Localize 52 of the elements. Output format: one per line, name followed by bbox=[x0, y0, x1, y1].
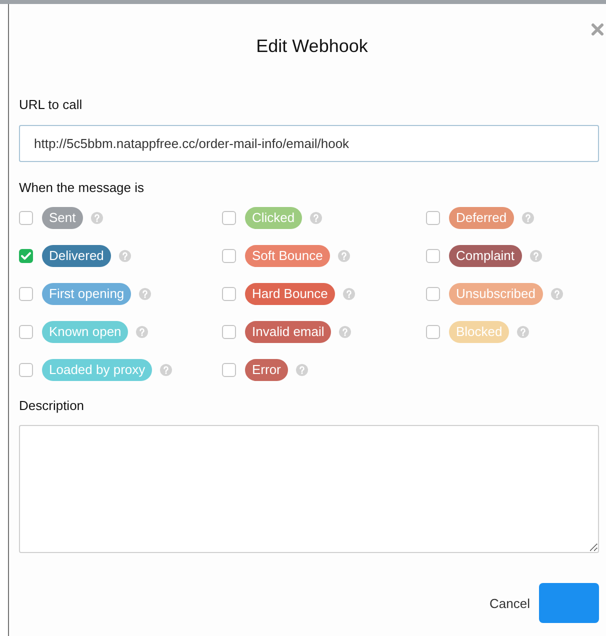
help-icon[interactable] bbox=[296, 364, 308, 376]
event-tag: First opening bbox=[42, 283, 132, 305]
url-label: URL to call bbox=[19, 97, 82, 113]
close-icon[interactable] bbox=[591, 23, 604, 36]
event-tag: Complaint bbox=[449, 245, 522, 267]
help-icon[interactable] bbox=[550, 288, 562, 300]
event-tag: Delivered bbox=[42, 245, 111, 267]
checkbox[interactable] bbox=[222, 363, 236, 377]
event-tag: Invalid email bbox=[245, 321, 332, 343]
help-icon[interactable] bbox=[118, 250, 131, 262]
submit-button[interactable] bbox=[539, 583, 599, 623]
event-tag: Blocked bbox=[449, 321, 510, 343]
help-icon[interactable] bbox=[517, 326, 530, 338]
description-field[interactable] bbox=[19, 425, 599, 553]
help-icon[interactable] bbox=[90, 212, 103, 224]
checkbox[interactable] bbox=[19, 363, 33, 377]
event-tag: Loaded by proxy bbox=[42, 359, 152, 381]
event-tag: Unsubscribed bbox=[449, 283, 542, 305]
help-icon[interactable] bbox=[310, 212, 322, 224]
url-field[interactable]: http://5c5bbm.natappfree.cc/order-mail-info/email/hook bbox=[19, 125, 599, 162]
help-icon[interactable] bbox=[338, 250, 350, 262]
event-tag: Sent bbox=[42, 207, 83, 229]
description-label: Description bbox=[19, 398, 84, 414]
event-tag: Error bbox=[245, 359, 288, 381]
checkbox[interactable] bbox=[426, 249, 440, 263]
help-icon[interactable] bbox=[530, 250, 542, 262]
event-tag: Soft Bounce bbox=[245, 245, 330, 267]
help-icon[interactable] bbox=[522, 212, 534, 224]
dialog-title: Edit Webhook bbox=[255, 35, 368, 57]
help-icon[interactable] bbox=[342, 288, 355, 300]
help-icon[interactable] bbox=[136, 326, 148, 338]
checkbox[interactable] bbox=[19, 287, 33, 301]
help-icon[interactable] bbox=[139, 288, 152, 300]
checkbox[interactable] bbox=[222, 325, 236, 339]
checkbox[interactable] bbox=[19, 211, 33, 225]
event-tag: Clicked bbox=[245, 207, 302, 229]
event-tag: Hard Bounce bbox=[245, 283, 335, 305]
checkbox[interactable] bbox=[426, 287, 440, 301]
checkbox[interactable] bbox=[222, 287, 236, 301]
checkbox[interactable] bbox=[426, 211, 440, 225]
event-tag: Known open bbox=[42, 321, 128, 343]
events-label: When the message is bbox=[19, 180, 144, 196]
checkbox[interactable] bbox=[426, 325, 440, 339]
checkbox[interactable] bbox=[19, 249, 33, 263]
checkmark-icon bbox=[21, 252, 31, 260]
event-tag: Deferred bbox=[449, 207, 514, 229]
cancel-button[interactable]: Cancel bbox=[490, 593, 530, 613]
checkbox[interactable] bbox=[222, 211, 236, 225]
help-icon[interactable] bbox=[160, 364, 172, 376]
checkbox[interactable] bbox=[19, 325, 33, 339]
checkbox[interactable] bbox=[222, 249, 236, 263]
help-icon[interactable] bbox=[339, 326, 352, 338]
